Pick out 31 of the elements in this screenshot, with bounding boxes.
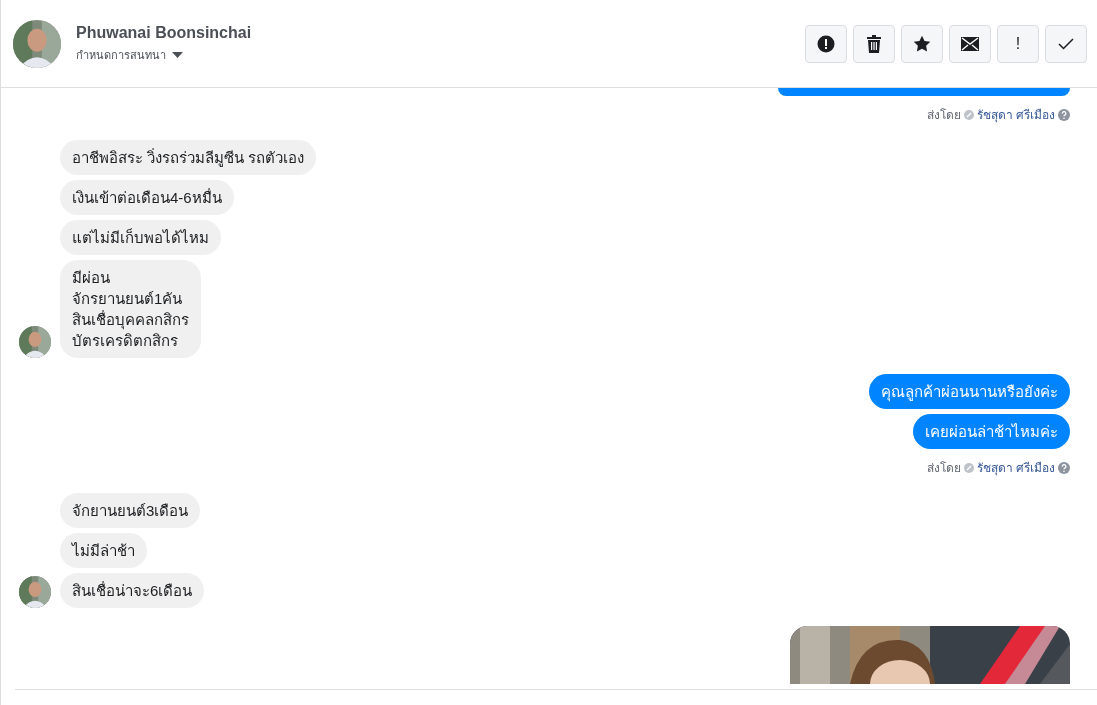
check-button[interactable] — [1045, 24, 1087, 63]
check-icon — [1058, 37, 1074, 50]
exclaim-button[interactable]: ! — [997, 24, 1039, 63]
trash-icon — [866, 34, 882, 53]
message-bubble: แต่ไม่มีเก็บพอได้ไหม — [60, 220, 221, 255]
conversation-settings-label[interactable]: กำหนดการสนทนา — [76, 45, 166, 64]
message-bubble: อาชีพอิสระ วิ่งรถร่วมลีมูซีน รถตัวเอง — [60, 140, 317, 175]
trash-button[interactable] — [853, 24, 895, 63]
message-bubble: จักยานยนต์3เดือน — [60, 493, 201, 528]
message-bubble: มีผ่อน จักรยานยนต์1คัน สินเชื่อบุคคลกสิกร บัตรเครดิตกสิกร — [60, 260, 201, 358]
sent-by-label: ส่งโดย — [926, 460, 961, 477]
help-icon[interactable] — [1058, 461, 1070, 474]
dropdown-caret-icon[interactable] — [172, 51, 183, 58]
message-bubble: เคยผ่อนล่าช้าไหมค่ะ — [913, 414, 1070, 449]
star-icon — [913, 34, 931, 53]
alert-button[interactable] — [805, 24, 847, 63]
message-bubble: ไม่มีล่าช้า — [60, 533, 147, 568]
message-bubble: เงินเข้าต่อเดือน4-6หมื่น — [60, 180, 234, 215]
message-bubble: สินเชื่อน่าจะ6เดือน — [60, 573, 205, 608]
sent-by-label: ส่งโดย — [926, 107, 961, 124]
agent-icon — [963, 109, 974, 120]
contact-name: Phuwanai Boonsinchai — [76, 23, 253, 42]
help-icon[interactable] — [1058, 108, 1070, 121]
alert-icon — [817, 34, 835, 53]
agent-icon — [963, 462, 974, 473]
mail-button[interactable] — [949, 24, 991, 63]
message-bubble: คุณลูกค้าผ่อนนานหรือยังค่ะ — [869, 374, 1070, 409]
sender-link[interactable]: รัชสุดา ศรีเมือง — [976, 458, 1055, 477]
mail-icon — [961, 36, 979, 51]
star-button[interactable] — [901, 24, 943, 63]
sender-link[interactable]: รัชสุดา ศรีเมือง — [976, 105, 1055, 124]
